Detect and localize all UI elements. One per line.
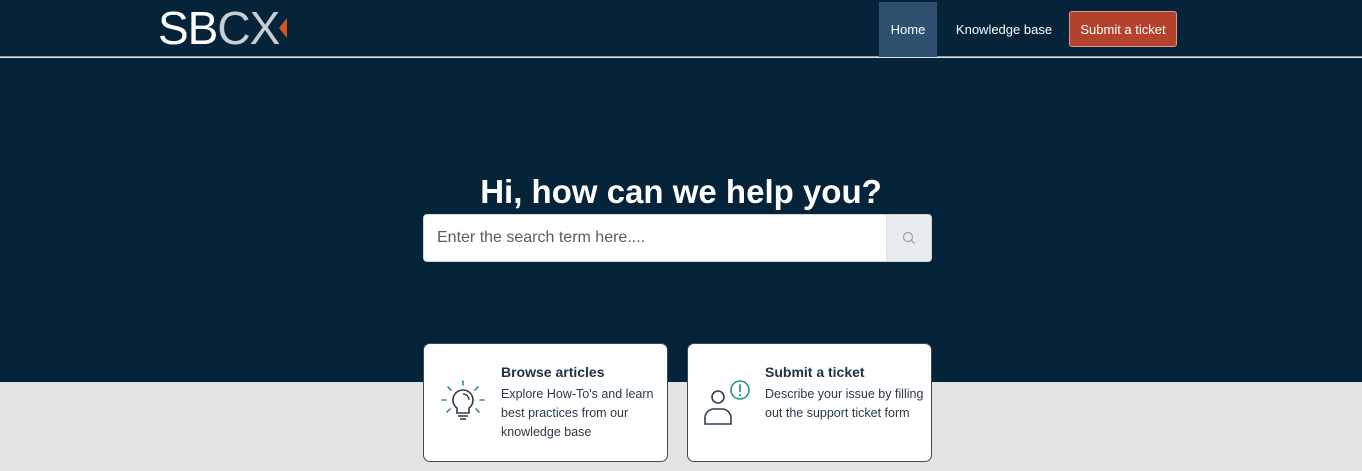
browse-articles-card[interactable]: Browse articles Explore How-To's and lea… [423,343,668,462]
card-description: Describe your issue by filling out the s… [765,387,924,420]
nav-home[interactable]: Home [879,2,937,57]
submit-ticket-button[interactable]: Submit a ticket [1069,11,1177,47]
logo-chevron-icon [279,18,288,38]
logo-sb-text: SB [158,2,218,54]
card-title: Browse articles [501,364,605,380]
logo-cx-text: CX [217,2,280,54]
hero-title: Hi, how can we help you? [480,173,882,210]
top-header: SB CX Home Knowledge base Submit a ticket [0,0,1362,57]
search-bar [423,214,932,262]
search-input[interactable] [424,215,886,261]
submit-ticket-card[interactable]: Submit a ticket Describe your issue by f… [687,343,932,462]
lightbulb-icon [441,380,485,420]
card-description: Explore How-To's and learn best practice… [501,387,654,439]
card-title: Submit a ticket [765,364,865,380]
nav-knowledge-base[interactable]: Knowledge base [946,2,1062,57]
search-button[interactable] [886,215,931,261]
person-alert-icon [704,380,750,425]
search-icon [902,231,916,245]
sbcx-logo[interactable]: SB CX [158,2,288,54]
